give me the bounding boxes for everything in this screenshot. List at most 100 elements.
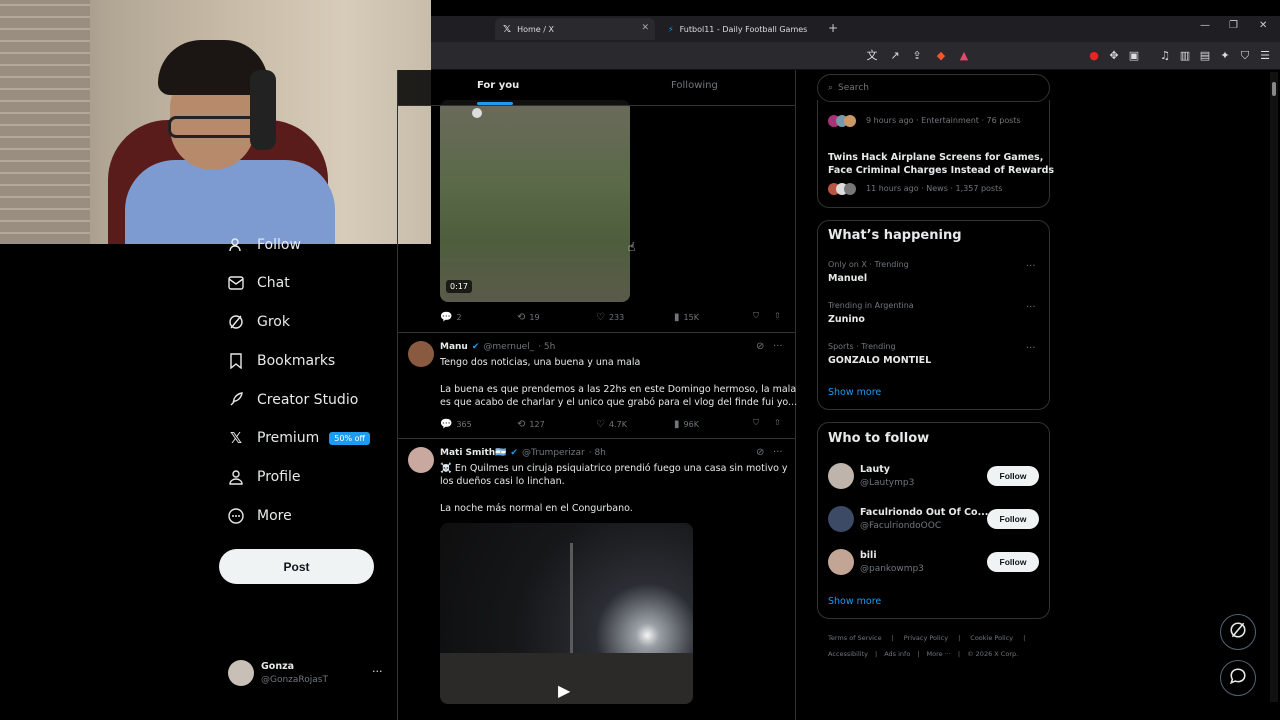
footer-link[interactable]: Terms of Service [828,634,882,642]
follow-button[interactable]: Follow [987,466,1039,486]
timeline-tabs [398,70,795,106]
avatar-stack [828,115,856,127]
tab-for-you[interactable]: For you [477,80,519,91]
translate-icon[interactable]: 文 [865,49,879,63]
trend-topic[interactable]: GONZALO MONTIEL [828,355,931,366]
divider [398,332,795,333]
news-meta: 9 hours ago · Entertainment · 76 posts [866,116,1021,125]
brave-rewards-icon[interactable]: ▲ [957,49,971,63]
more-dots-icon[interactable]: ··· [773,447,783,458]
video-player[interactable]: ▶ [440,523,693,704]
repost-button[interactable]: ⟲ 19 [517,312,540,323]
author-name[interactable]: Manu [440,342,468,352]
avatar[interactable] [408,447,434,473]
brave-shields-icon[interactable]: ◆ [934,49,948,63]
footer-link[interactable]: Ads info [884,650,910,658]
like-button[interactable]: ♡ 233 [596,312,624,323]
footer-link[interactable]: Privacy Policy [904,634,948,642]
like-button[interactable]: ♡ 4.7K [596,419,627,430]
new-tab-button[interactable]: + [828,21,838,35]
search-input[interactable]: Search [838,83,869,93]
trend-topic[interactable]: Manuel [828,273,867,284]
reply-button[interactable]: 💬 2 [440,312,462,323]
grok-floating-button[interactable] [1220,614,1256,650]
user-name[interactable]: Lauty [860,464,890,475]
extensions-icon[interactable]: ✥ [1107,49,1121,63]
more-dots-icon[interactable]: ··· [773,341,783,352]
more-dots-icon[interactable]: ··· [1026,302,1036,313]
sidebar-icon[interactable]: ▥ [1178,49,1192,63]
avatar[interactable] [828,463,854,489]
tab-futbol11[interactable]: ⚡ Futbol11 - Daily Football Games [660,18,820,40]
more-dots-icon[interactable]: ··· [1026,343,1036,354]
scrollbar[interactable] [1270,72,1278,702]
tab-home-x[interactable]: 𝕏 Home / X ✕ [495,18,655,40]
account-switcher[interactable]: Gonza @GonzaRojasT ··· [222,656,392,692]
more-dots-icon[interactable]: ··· [1026,261,1036,272]
user-name[interactable]: Faculriondo Out Of Co... [860,507,988,518]
tab-following[interactable]: Following [671,80,718,91]
futbol11-icon: ⚡ [668,24,674,34]
user-name[interactable]: bili [860,550,877,561]
show-more-link[interactable]: Show more [828,387,881,398]
nav-grok[interactable]: Grok [227,308,290,336]
post-button[interactable]: Post [219,549,374,584]
nav-profile[interactable]: Profile [227,463,301,491]
bookmark-icon[interactable]: ⛉ [753,418,759,428]
footer-link[interactable]: Cookie Policy [970,634,1013,642]
bookmark-icon[interactable]: ⛉ [753,311,759,321]
news-title-line[interactable]: Twins Hack Airplane Screens for Games, [828,152,1043,163]
ball [472,108,482,118]
follow-button[interactable]: Follow [987,509,1039,529]
views-button[interactable]: ▮ 15K [674,312,699,323]
glasses [168,116,258,138]
nav-creator-studio[interactable]: Creator Studio [227,386,358,414]
nav-chat[interactable]: Chat [227,269,290,297]
media-icon[interactable]: ♫ [1158,49,1172,63]
chat-floating-button[interactable] [1220,660,1256,696]
author-name[interactable]: Mati Smith🇦🇷 [440,448,506,458]
scrollbar-thumb[interactable] [1272,82,1276,96]
share-icon[interactable]: ⇧ [774,418,781,427]
footer-link[interactable]: Accessibility [828,650,868,658]
share-icon[interactable]: ⇧ [774,311,781,320]
avatar[interactable] [828,506,854,532]
close-window-icon[interactable]: ✕ [1259,20,1267,31]
nav-premium[interactable]: 𝕏 Premium 50% off [227,424,371,452]
grok-icon[interactable]: ⊘ [756,447,764,458]
open-external-icon[interactable]: ↗ [888,49,902,63]
tab-search-icon[interactable]: ▣ [1127,49,1141,63]
share-icon[interactable]: ⇪ [910,49,924,63]
record-icon[interactable]: ● [1087,49,1101,63]
more-dots-icon[interactable]: ··· [372,665,383,678]
leo-ai-icon[interactable]: ✦ [1218,49,1232,63]
views-button[interactable]: ▮ 96K [674,419,699,430]
maximize-icon[interactable]: ❐ [1229,20,1238,31]
reply-button[interactable]: 💬 365 [440,419,472,430]
grok-icon[interactable]: ⊘ [756,341,764,352]
minimize-icon[interactable]: — [1200,20,1210,31]
nav-bookmarks[interactable]: Bookmarks [227,347,335,375]
play-icon[interactable]: ▶ [558,681,570,700]
search-box[interactable]: ⌕ Search [817,74,1050,102]
avatar[interactable] [828,549,854,575]
author-handle[interactable]: @Trumperizar [522,448,585,458]
close-tab-icon[interactable]: ✕ [641,23,649,33]
menu-icon[interactable]: ☰ [1258,49,1272,63]
repost-button[interactable]: ⟲ 127 [517,419,545,430]
show-more-link[interactable]: Show more [828,596,881,607]
follow-button[interactable]: Follow [987,552,1039,572]
vpn-icon[interactable]: ⛉ [1238,49,1252,63]
user-handle: @FaculriondoOOC [860,521,942,531]
footer-link[interactable]: More ··· [927,650,951,658]
avatar[interactable] [408,341,434,367]
x-logo-icon: 𝕏 [503,23,512,35]
trend-topic[interactable]: Zunino [828,314,865,325]
nav-follow[interactable]: Follow [227,231,301,259]
account-name: Gonza [261,661,295,672]
author-handle[interactable]: @mernuel_ [483,342,534,352]
wallet-icon[interactable]: ▤ [1198,49,1212,63]
video-player[interactable]: 0:17 [440,100,630,302]
nav-more[interactable]: More [227,502,292,530]
news-title-line[interactable]: Face Criminal Charges Instead of Rewards [828,165,1054,176]
